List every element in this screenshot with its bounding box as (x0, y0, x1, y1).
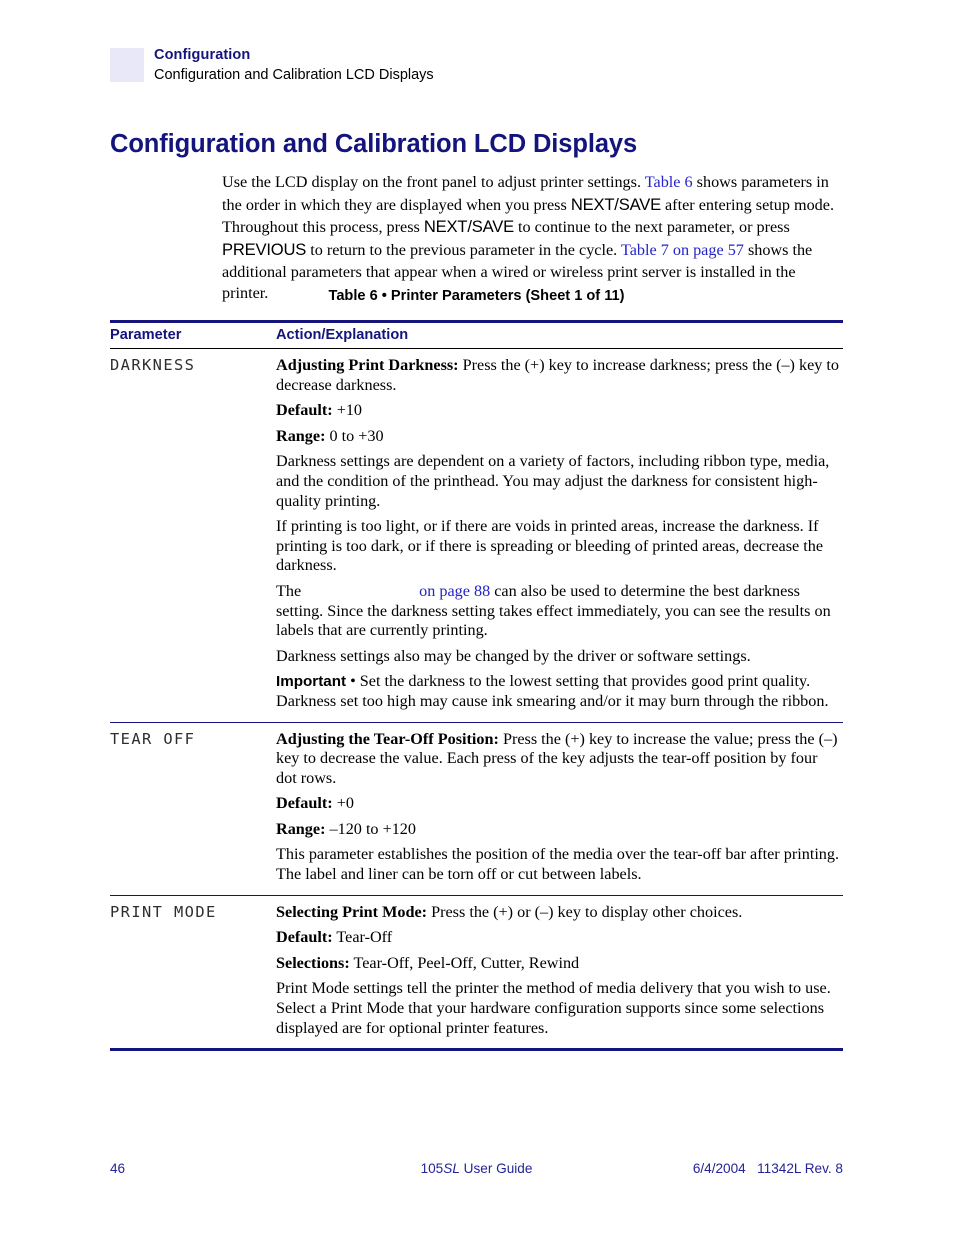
footer-guide-post: User Guide (459, 1161, 533, 1176)
printmode-selections-paragraph: Selections: Tear-Off, Peel-Off, Cutter, … (276, 954, 841, 974)
button-name-next-save-1: NEXT/SAVE (570, 194, 661, 214)
table-row: DARKNESS Adjusting Print Darkness: Press… (110, 349, 843, 723)
printmode-default-paragraph: Default: Tear-Off (276, 928, 841, 948)
tearoff-adjust-paragraph: Adjusting the Tear-Off Position: Press t… (276, 730, 841, 789)
footer-date: 6/4/2004 (692, 1161, 746, 1176)
link-table-7-page-57[interactable]: Table 7 on page 57 (621, 241, 744, 259)
footer-guide-pre: 105 (420, 1161, 444, 1176)
darkness-default-paragraph: Default: +10 (276, 401, 841, 421)
darkness-crossref-post: can also be used to determine the best d… (276, 581, 831, 640)
intro-text-5: to return to the previous parameter in t… (306, 240, 621, 259)
button-name-next-save-2: NEXT/SAVE (423, 217, 514, 237)
intro-paragraph: Use the LCD display on the front panel t… (222, 172, 844, 305)
darkness-adjust-label: Adjusting Print Darkness: (276, 356, 459, 374)
darkness-default-value: +10 (332, 401, 363, 420)
printmode-default-value: Tear-Off (332, 928, 393, 947)
column-header-action: Action/Explanation (266, 320, 843, 349)
action-cell-darkness: Adjusting Print Darkness: Press the (+) … (266, 349, 843, 723)
darkness-driver-paragraph: Darkness settings also may be changed by… (276, 646, 751, 665)
tearoff-range-value: –120 to +120 (325, 819, 416, 838)
action-cell-print-mode: Selecting Print Mode: Press the (+) or (… (266, 894, 843, 1049)
tearoff-description-paragraph: This parameter establishes the position … (276, 845, 840, 884)
footer-revision: 11342L Rev. 8 (757, 1161, 843, 1176)
darkness-range-paragraph: Range: 0 to +30 (276, 427, 841, 447)
table-caption: Table 6 • Printer Parameters (Sheet 1 of… (328, 288, 625, 304)
table-row: TEAR OFF Adjusting the Tear-Off Position… (110, 721, 843, 896)
printmode-selections-label: Selections: (276, 953, 350, 972)
lcd-label-tear-off: TEAR OFF (110, 729, 196, 748)
intro-text-4: to continue to the next parameter, or pr… (513, 218, 790, 237)
darkness-factors-paragraph: Darkness settings are dependent on a var… (276, 452, 830, 510)
header-color-swatch (110, 48, 144, 82)
printmode-select-text: Press the (+) or (–) key to display othe… (427, 902, 743, 921)
parameter-cell-print-mode: PRINT MODE (110, 894, 266, 1049)
darkness-default-label: Default: (276, 401, 333, 420)
footer-guide-model: SL (443, 1161, 460, 1176)
footer-revision-info: 6/4/2004 11342L Rev. 8 (693, 1161, 843, 1176)
darkness-crossref-paragraph: The on page 88 can also be used to determ… (276, 582, 841, 641)
printmode-default-label: Default: (276, 928, 333, 947)
tearoff-default-value: +0 (332, 794, 354, 813)
tearoff-range-label: Range: (276, 819, 326, 838)
tearoff-default-paragraph: Default: +0 (276, 794, 841, 814)
tearoff-range-paragraph: Range: –120 to +120 (276, 820, 841, 840)
darkness-adjust-paragraph: Adjusting Print Darkness: Press the (+) … (276, 356, 841, 395)
table-bottom-rule (110, 1048, 843, 1051)
link-on-page-88[interactable]: on page 88 (419, 582, 490, 600)
important-text: • Set the darkness to the lowest setting… (276, 672, 829, 710)
table-row: PRINT MODE Selecting Print Mode: Press t… (110, 894, 843, 1049)
darkness-troubleshoot-paragraph: If printing is too light, or if there ar… (276, 517, 824, 575)
intro-text-1: Use the LCD display on the front panel t… (222, 173, 645, 192)
running-header-texts: Configuration Configuration and Calibrat… (154, 46, 434, 85)
printmode-selections-value: Tear-Off, Peel-Off, Cutter, Rewind (349, 953, 580, 972)
lcd-label-darkness: DARKNESS (110, 356, 196, 374)
darkness-important-note: Important • Set the darkness to the lowe… (276, 672, 841, 711)
parameter-cell-darkness: DARKNESS (110, 349, 266, 723)
table-header: Parameter Action/Explanation (110, 320, 843, 349)
running-header-chapter: Configuration (154, 47, 251, 63)
tearoff-adjust-label: Adjusting the Tear-Off Position: (276, 729, 499, 748)
printmode-description-paragraph: Print Mode settings tell the printer the… (276, 979, 831, 1037)
tearoff-default-label: Default: (276, 794, 333, 813)
parameter-cell-tear-off: TEAR OFF (110, 721, 266, 896)
printmode-select-label: Selecting Print Mode: (276, 902, 428, 921)
document-page: Configuration Configuration and Calibrat… (0, 0, 954, 1235)
important-label: Important (276, 673, 347, 691)
table-header-row: Parameter Action/Explanation (110, 320, 843, 349)
page-title: Configuration and Calibration LCD Displa… (110, 130, 638, 159)
darkness-crossref-pre: The (276, 581, 302, 600)
footer-spacer (746, 1161, 757, 1176)
darkness-range-label: Range: (276, 426, 326, 445)
printmode-select-paragraph: Selecting Print Mode: Press the (+) or (… (276, 903, 841, 923)
page-footer: 46 105SL User Guide 6/4/2004 11342L Rev.… (110, 1161, 843, 1181)
running-header: Configuration Configuration and Calibrat… (110, 46, 850, 90)
button-name-previous: PREVIOUS (222, 239, 307, 259)
darkness-range-value: 0 to +30 (325, 426, 384, 445)
printer-parameters-table: Parameter Action/Explanation DARKNESS Ad… (110, 320, 843, 1049)
link-table-6[interactable]: Table 6 (645, 173, 693, 191)
lcd-label-print-mode: PRINT MODE (110, 902, 217, 921)
action-cell-tear-off: Adjusting the Tear-Off Position: Press t… (266, 721, 843, 896)
table-body: DARKNESS Adjusting Print Darkness: Press… (110, 349, 843, 1049)
running-header-section: Configuration and Calibration LCD Displa… (154, 67, 434, 83)
column-header-parameter: Parameter (110, 320, 266, 349)
